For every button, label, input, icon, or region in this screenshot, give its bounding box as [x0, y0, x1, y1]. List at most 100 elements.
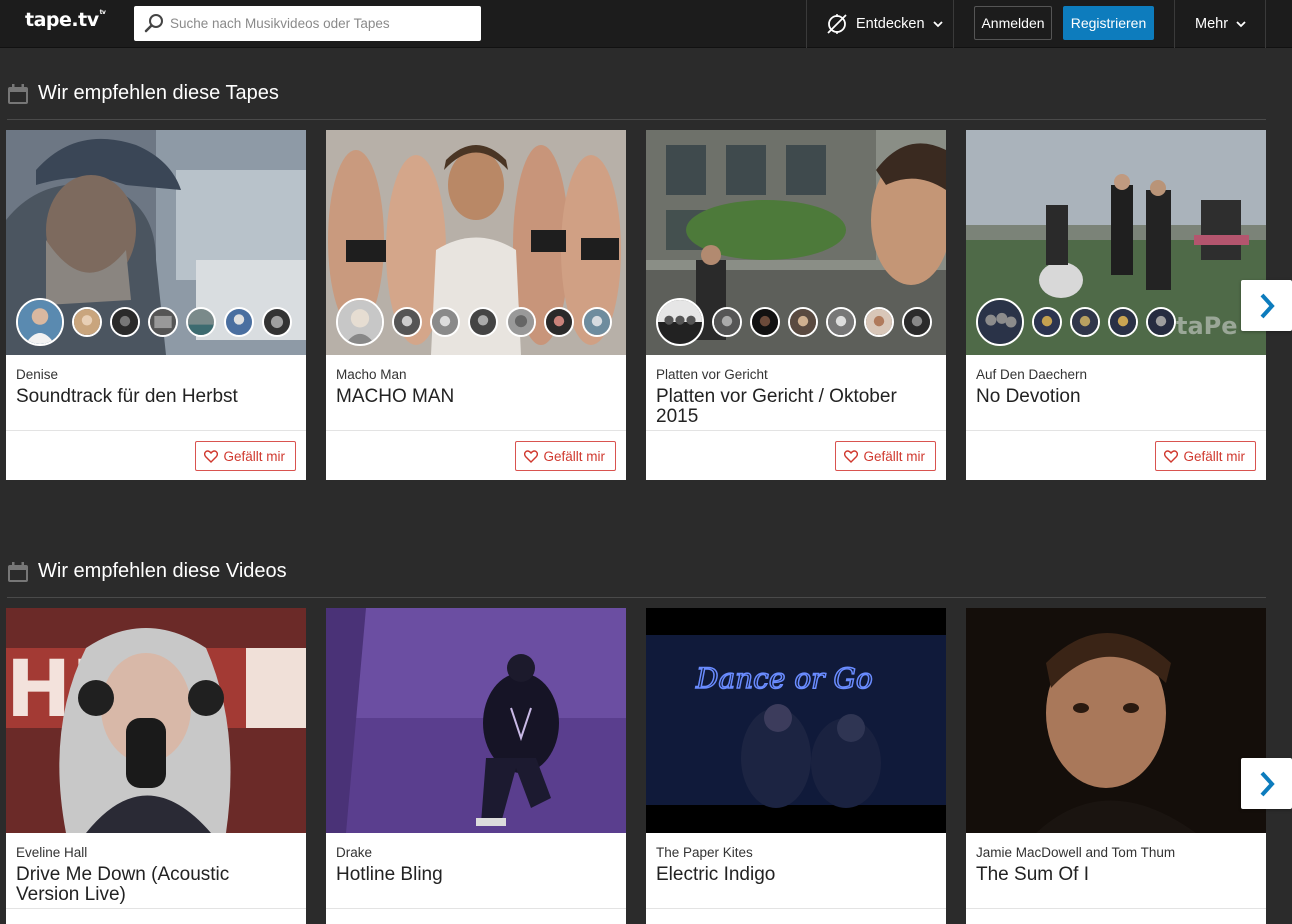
tape-card[interactable]: Macho Man MACHO MAN Gefällt mir [326, 130, 626, 480]
video-card[interactable]: Dance or Go The Paper Kites Electric Ind… [646, 608, 946, 924]
login-button[interactable]: Anmelden [974, 6, 1052, 40]
logo-text: tape.tv [25, 9, 99, 31]
calendar-icon [8, 561, 28, 582]
top-navigation-bar: tape.tvtv Entdecken Anmelden Registriere… [0, 0, 1292, 48]
curator-avatar[interactable] [656, 298, 704, 346]
video-cover-image: Dance or Go [646, 608, 946, 833]
tape-thumbnail[interactable] [326, 130, 626, 355]
heart-icon [844, 449, 859, 463]
search-icon [144, 14, 163, 33]
video-avatar[interactable] [262, 307, 292, 337]
site-logo[interactable]: tape.tvtv [25, 9, 106, 31]
video-avatar[interactable] [544, 307, 574, 337]
video-avatar[interactable] [902, 307, 932, 337]
tape-author[interactable]: Denise [16, 367, 296, 383]
video-avatar[interactable] [224, 307, 254, 337]
video-thumbnail[interactable]: HM [6, 608, 306, 833]
like-button[interactable]: Gefällt mir [835, 441, 936, 471]
video-thumbnail[interactable] [326, 608, 626, 833]
video-avatar[interactable] [582, 307, 612, 337]
like-label: Gefällt mir [223, 448, 285, 464]
heart-icon [524, 449, 539, 463]
videos-section-heading: Wir empfehlen diese Videos [7, 560, 287, 583]
curator-avatar[interactable] [336, 298, 384, 346]
video-cover-image [966, 608, 1266, 833]
video-card[interactable]: HM Eveline Hall Drive Me Down (Acoustic … [6, 608, 306, 924]
video-artist[interactable]: Jamie MacDowell and Tom Thum [976, 845, 1256, 861]
video-avatar[interactable] [72, 307, 102, 337]
video-avatar[interactable] [506, 307, 536, 337]
video-avatar[interactable] [712, 307, 742, 337]
like-button[interactable]: Gefällt mir [195, 441, 296, 471]
video-avatar[interactable] [788, 307, 818, 337]
video-title[interactable]: Hotline Bling [336, 865, 616, 885]
tape-title[interactable]: MACHO MAN [336, 387, 616, 407]
video-avatar[interactable] [1146, 307, 1176, 337]
video-avatar[interactable] [148, 307, 178, 337]
section-divider [7, 597, 1266, 598]
video-avatar[interactable] [1070, 307, 1100, 337]
like-button[interactable]: Gefällt mir [1155, 441, 1256, 471]
section-title: Wir empfehlen diese Tapes [38, 82, 279, 104]
videos-next-button[interactable] [1241, 758, 1292, 809]
section-title: Wir empfehlen diese Videos [38, 560, 287, 582]
tape-author[interactable]: Platten vor Gericht [656, 367, 936, 383]
tape-title[interactable]: Soundtrack für den Herbst [16, 387, 296, 407]
video-avatar[interactable] [826, 307, 856, 337]
video-avatar[interactable] [1108, 307, 1138, 337]
tape-thumbnail[interactable]: taPe [966, 130, 1266, 355]
video-avatar[interactable] [1032, 307, 1062, 337]
tape-author[interactable]: Auf Den Daechern [976, 367, 1256, 383]
chevron-down-icon [932, 21, 943, 28]
video-avatar[interactable] [110, 307, 140, 337]
video-thumbnail[interactable]: Dance or Go [646, 608, 946, 833]
video-artist[interactable]: The Paper Kites [656, 845, 936, 861]
video-title[interactable]: The Sum Of I [976, 865, 1256, 885]
compass-icon [827, 14, 847, 34]
video-avatar[interactable] [392, 307, 422, 337]
chevron-right-icon [1260, 771, 1275, 796]
video-avatar[interactable] [750, 307, 780, 337]
tape-thumbnail[interactable] [6, 130, 306, 355]
video-avatar[interactable] [186, 307, 216, 337]
nav-divider [1174, 0, 1175, 48]
video-artist[interactable]: Eveline Hall [16, 845, 296, 861]
tape-author[interactable]: Macho Man [336, 367, 616, 383]
video-artist[interactable]: Drake [336, 845, 616, 861]
tape-card[interactable]: Denise Soundtrack für den Herbst Gefällt… [6, 130, 306, 480]
video-avatar[interactable] [864, 307, 894, 337]
tape-avatar-row [976, 298, 1176, 346]
curator-avatar[interactable] [976, 298, 1024, 346]
video-cover-image [326, 608, 626, 833]
explore-label: Entdecken [856, 16, 925, 32]
search-input[interactable] [170, 6, 470, 41]
tape-card[interactable]: taPe Auf Den Daechern No Devotion Gefäll… [966, 130, 1266, 480]
more-menu[interactable]: Mehr [1195, 13, 1246, 35]
video-card[interactable]: Drake Hotline Bling [326, 608, 626, 924]
video-card[interactable]: Jamie MacDowell and Tom Thum The Sum Of … [966, 608, 1266, 924]
video-thumbnail[interactable] [966, 608, 1266, 833]
svg-text:taPe: taPe [1176, 312, 1238, 340]
tape-card[interactable]: Platten vor Gericht Platten vor Gericht … [646, 130, 946, 480]
like-label: Gefällt mir [543, 448, 605, 464]
tape-title[interactable]: Platten vor Gericht / Oktober 2015 [656, 387, 936, 427]
heart-icon [1164, 449, 1179, 463]
like-button[interactable]: Gefällt mir [515, 441, 616, 471]
video-avatar[interactable] [468, 307, 498, 337]
chevron-right-icon [1260, 293, 1275, 318]
nav-divider [1265, 0, 1266, 48]
video-title[interactable]: Drive Me Down (Acoustic Version Live) [16, 865, 296, 905]
search-box[interactable] [134, 6, 481, 41]
tapes-next-button[interactable] [1241, 280, 1292, 331]
video-title[interactable]: Electric Indigo [656, 865, 936, 885]
tape-title[interactable]: No Devotion [976, 387, 1256, 407]
video-avatar[interactable] [430, 307, 460, 337]
svg-text:Dance or Go: Dance or Go [695, 662, 873, 695]
register-button[interactable]: Registrieren [1063, 6, 1154, 40]
more-label: Mehr [1195, 16, 1229, 32]
explore-menu[interactable]: Entdecken [826, 13, 943, 35]
curator-avatar[interactable] [16, 298, 64, 346]
calendar-icon [8, 83, 28, 104]
tape-avatar-row [336, 298, 612, 346]
tape-thumbnail[interactable] [646, 130, 946, 355]
